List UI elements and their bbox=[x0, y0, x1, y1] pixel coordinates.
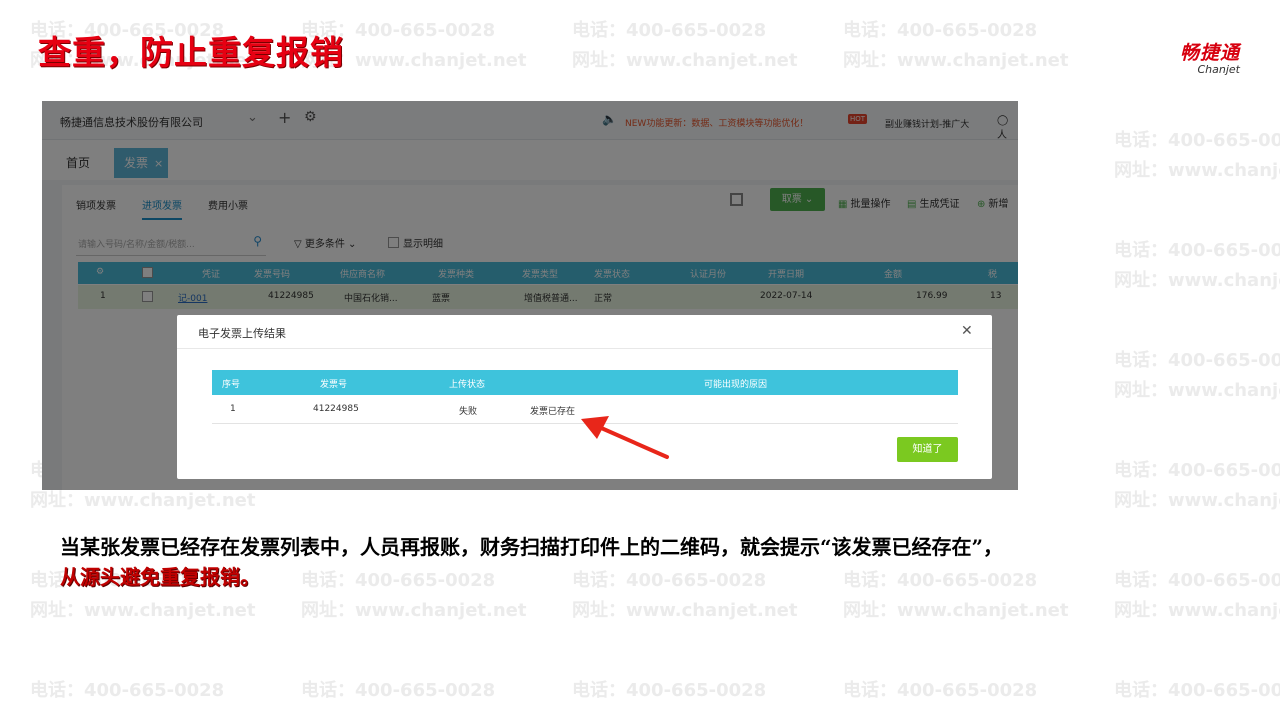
watermark-phone: 电话：400-665-0028 bbox=[1114, 350, 1280, 371]
watermark-site: 网址：www.chanjet.net bbox=[1114, 160, 1280, 181]
description-text: 当某张发票已经存在发票列表中，人员再报账，财务扫描打印件上的二维码，就会提示“该… bbox=[60, 535, 1004, 559]
watermark-phone: 电话：400-665-0028 bbox=[843, 20, 1038, 41]
watermark-site: 网址：www.chanjet.net bbox=[30, 600, 256, 621]
watermark-site: 网址：www.chanjet.net bbox=[572, 50, 798, 71]
watermark-site: 网址：www.chanjet.net bbox=[301, 600, 527, 621]
slide-title: 查重，防止重复报销 bbox=[38, 33, 344, 72]
watermark-phone: 电话：400-665-0028 bbox=[572, 20, 767, 41]
brand-name-cn: 畅捷通 bbox=[1179, 42, 1240, 64]
watermark-site: 网址：www.chanjet.net bbox=[1114, 600, 1280, 621]
upload-result-dialog: 电子发票上传结果 ✕ 序号 发票号 上传状态 可能出现的原因 1 4122498… bbox=[177, 315, 992, 479]
watermark-site: 网址：www.chanjet.net bbox=[30, 490, 256, 511]
watermark-site: 网址：www.chanjet.net bbox=[843, 600, 1069, 621]
slide-description: 当某张发票已经存在发票列表中，人员再报账，财务扫描打印件上的二维码，就会提示“该… bbox=[60, 532, 1240, 592]
watermark-site: 网址：www.chanjet.net bbox=[572, 600, 798, 621]
watermark-phone: 电话：400-665-0028 bbox=[1114, 460, 1280, 481]
watermark-phone: 电话：400-665-0028 bbox=[843, 680, 1038, 701]
watermark-site: 网址：www.chanjet.net bbox=[1114, 490, 1280, 511]
watermark-phone: 电话：400-665-0028 bbox=[301, 680, 496, 701]
watermark-phone: 电话：400-665-0028 bbox=[1114, 680, 1280, 701]
watermark-site: 网址：www.chanjet.net bbox=[1114, 270, 1280, 291]
watermark-phone: 电话：400-665-0028 bbox=[1114, 130, 1280, 151]
watermark-phone: 电话：400-665-0028 bbox=[30, 680, 225, 701]
description-highlight: 从源头避免重复报销。 bbox=[60, 565, 260, 589]
app-screenshot: 畅捷通信息技术股份有限公司 ⌄ + ⚙ 🔈 NEW功能更新：数据、工资模块等功能… bbox=[42, 101, 1018, 490]
watermark-phone: 电话：400-665-0028 bbox=[1114, 240, 1280, 261]
brand-logo: 畅捷通 Chanjet bbox=[1180, 38, 1240, 76]
red-arrow-icon bbox=[581, 416, 669, 459]
watermark-phone: 电话：400-665-0028 bbox=[572, 680, 767, 701]
watermark-site: 网址：www.chanjet.net bbox=[1114, 380, 1280, 401]
watermark-site: 网址：www.chanjet.net bbox=[843, 50, 1069, 71]
